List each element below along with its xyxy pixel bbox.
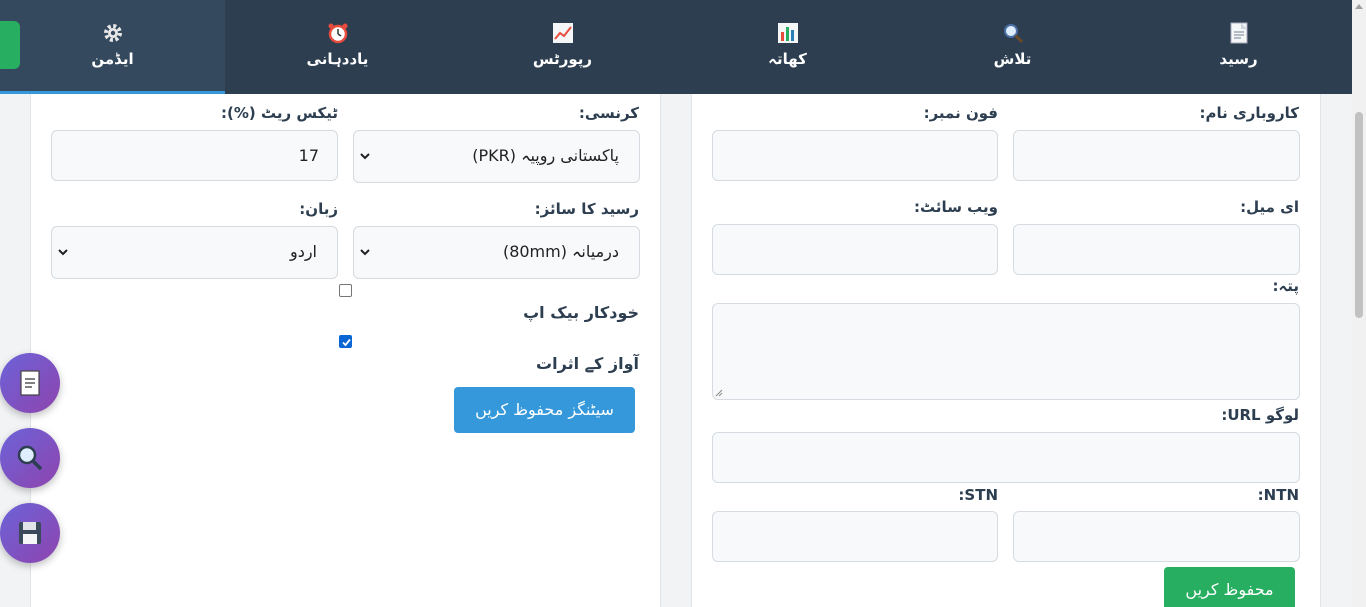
website-input[interactable] bbox=[712, 224, 998, 275]
chevron-down-icon bbox=[360, 153, 370, 160]
tax-rate-value[interactable] bbox=[52, 131, 337, 180]
line-chart-icon bbox=[552, 23, 573, 43]
gear-icon bbox=[103, 24, 122, 42]
stn-input[interactable] bbox=[712, 511, 998, 562]
logo-url-value[interactable] bbox=[713, 433, 1299, 482]
nav-item-receipt[interactable]: رسید bbox=[1125, 0, 1352, 94]
nav-label-reports: رپورٹس bbox=[532, 50, 593, 68]
floppy-disk-icon bbox=[19, 522, 41, 544]
chevron-down-icon bbox=[58, 249, 68, 256]
currency-select[interactable]: پاکستانی روپیہ (PKR) bbox=[353, 130, 640, 183]
website-value[interactable] bbox=[713, 225, 997, 274]
nav-label-admin: ایڈمن bbox=[91, 50, 134, 68]
tax-rate-label: ٹیکس ریٹ (%): bbox=[220, 104, 338, 122]
logo-url-label: لوگو URL: bbox=[1221, 406, 1299, 424]
auto-backup-label: خودکار بیک اپ bbox=[523, 303, 639, 322]
tax-rate-input[interactable] bbox=[51, 130, 338, 181]
business-name-label: کاروباری نام: bbox=[1199, 104, 1299, 122]
address-label: پتہ: bbox=[1272, 277, 1299, 295]
website-label: ویب سائٹ: bbox=[914, 198, 998, 216]
email-input[interactable] bbox=[1013, 224, 1300, 275]
nav-label-ledger: کھاتہ bbox=[768, 50, 807, 68]
chevron-down-icon bbox=[360, 249, 370, 256]
receipt-size-label: رسید کا سائز: bbox=[534, 200, 639, 218]
save-business-button[interactable]: محفوظ کریں bbox=[1164, 567, 1295, 607]
receipt-icon bbox=[20, 370, 40, 396]
stn-label: STN: bbox=[958, 486, 998, 504]
page-scrollbar[interactable] bbox=[1352, 0, 1366, 607]
fab-receipt-button[interactable] bbox=[0, 353, 60, 413]
phone-label: فون نمبر: bbox=[923, 104, 998, 122]
nav-label-search: تلاش bbox=[993, 50, 1032, 68]
sound-effects-checkbox[interactable] bbox=[339, 335, 352, 348]
sound-effects-label: آواز کے اثرات bbox=[536, 354, 639, 373]
receipt-size-select[interactable]: درمیانہ (80mm) bbox=[353, 226, 640, 279]
alarm-clock-icon bbox=[328, 23, 347, 44]
nav-label-reminders: یاددہانی bbox=[306, 50, 369, 68]
search-icon bbox=[17, 445, 43, 471]
business-name-input[interactable] bbox=[1013, 130, 1300, 181]
receipt-icon bbox=[1230, 22, 1247, 44]
side-toggle-tab[interactable] bbox=[0, 21, 20, 69]
ntn-value[interactable] bbox=[1014, 512, 1299, 561]
phone-input[interactable] bbox=[712, 130, 998, 181]
bar-chart-icon bbox=[777, 23, 798, 43]
logo-url-input[interactable] bbox=[712, 432, 1300, 483]
nav-item-admin[interactable]: ایڈمن bbox=[0, 0, 225, 94]
auto-backup-checkbox[interactable] bbox=[339, 284, 352, 297]
nav-item-search[interactable]: تلاش bbox=[900, 0, 1125, 94]
resize-handle-icon[interactable] bbox=[715, 389, 723, 397]
email-label: ای میل: bbox=[1240, 198, 1299, 216]
scroll-up-arrow[interactable] bbox=[1355, 4, 1363, 9]
fab-search-button[interactable] bbox=[0, 428, 60, 488]
language-select[interactable]: اردو bbox=[51, 226, 338, 279]
currency-label: کرنسی: bbox=[578, 104, 639, 122]
address-textarea[interactable] bbox=[712, 303, 1300, 400]
business-name-value[interactable] bbox=[1014, 131, 1299, 180]
ntn-label: NTN: bbox=[1257, 486, 1299, 504]
scrollbar-thumb[interactable] bbox=[1355, 112, 1363, 318]
fab-save-button[interactable] bbox=[0, 503, 60, 563]
phone-value[interactable] bbox=[713, 131, 997, 180]
top-nav: رسید تلاش کھاتہ رپورٹس یاددہانی ایڈمن bbox=[0, 0, 1352, 94]
language-label: زبان: bbox=[299, 200, 338, 218]
nav-item-reminders[interactable]: یاددہانی bbox=[225, 0, 450, 94]
email-value[interactable] bbox=[1014, 225, 1299, 274]
stn-value[interactable] bbox=[713, 512, 997, 561]
save-settings-button[interactable]: سیٹنگز محفوظ کریں bbox=[454, 387, 635, 433]
search-icon bbox=[1003, 24, 1023, 44]
nav-label-receipt: رسید bbox=[1219, 50, 1258, 68]
address-value[interactable] bbox=[713, 304, 1299, 399]
ntn-input[interactable] bbox=[1013, 511, 1300, 562]
nav-item-reports[interactable]: رپورٹس bbox=[450, 0, 675, 94]
nav-item-ledger[interactable]: کھاتہ bbox=[675, 0, 900, 94]
